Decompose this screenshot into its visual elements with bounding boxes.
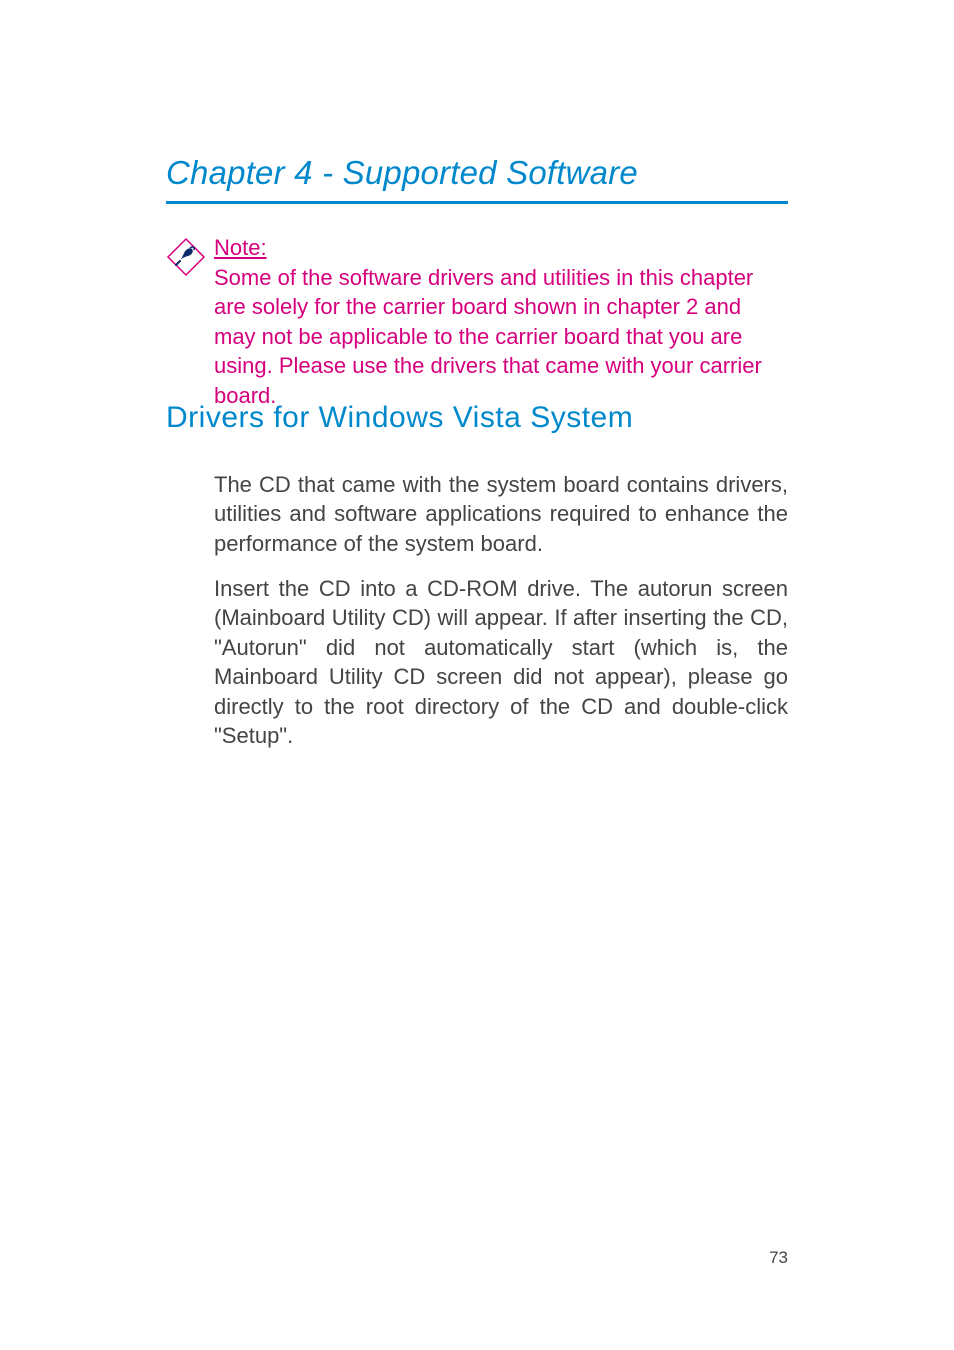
- note-block: Note: Some of the software drivers and u…: [166, 235, 788, 410]
- page-number: 73: [769, 1248, 788, 1268]
- section-heading: Drivers for Windows Vista System: [166, 401, 633, 435]
- note-icon: [166, 237, 206, 277]
- body-paragraph-2: Insert the CD into a CD-ROM drive. The a…: [214, 574, 788, 751]
- note-label: Note:: [214, 235, 788, 261]
- note-text: Some of the software drivers and utiliti…: [214, 265, 762, 408]
- chapter-title: Chapter 4 - Supported Software: [166, 154, 638, 192]
- document-page: Chapter 4 - Supported Software Note: Som…: [0, 0, 954, 1350]
- title-underline: [166, 201, 788, 204]
- body-paragraph-1: The CD that came with the system board c…: [214, 470, 788, 558]
